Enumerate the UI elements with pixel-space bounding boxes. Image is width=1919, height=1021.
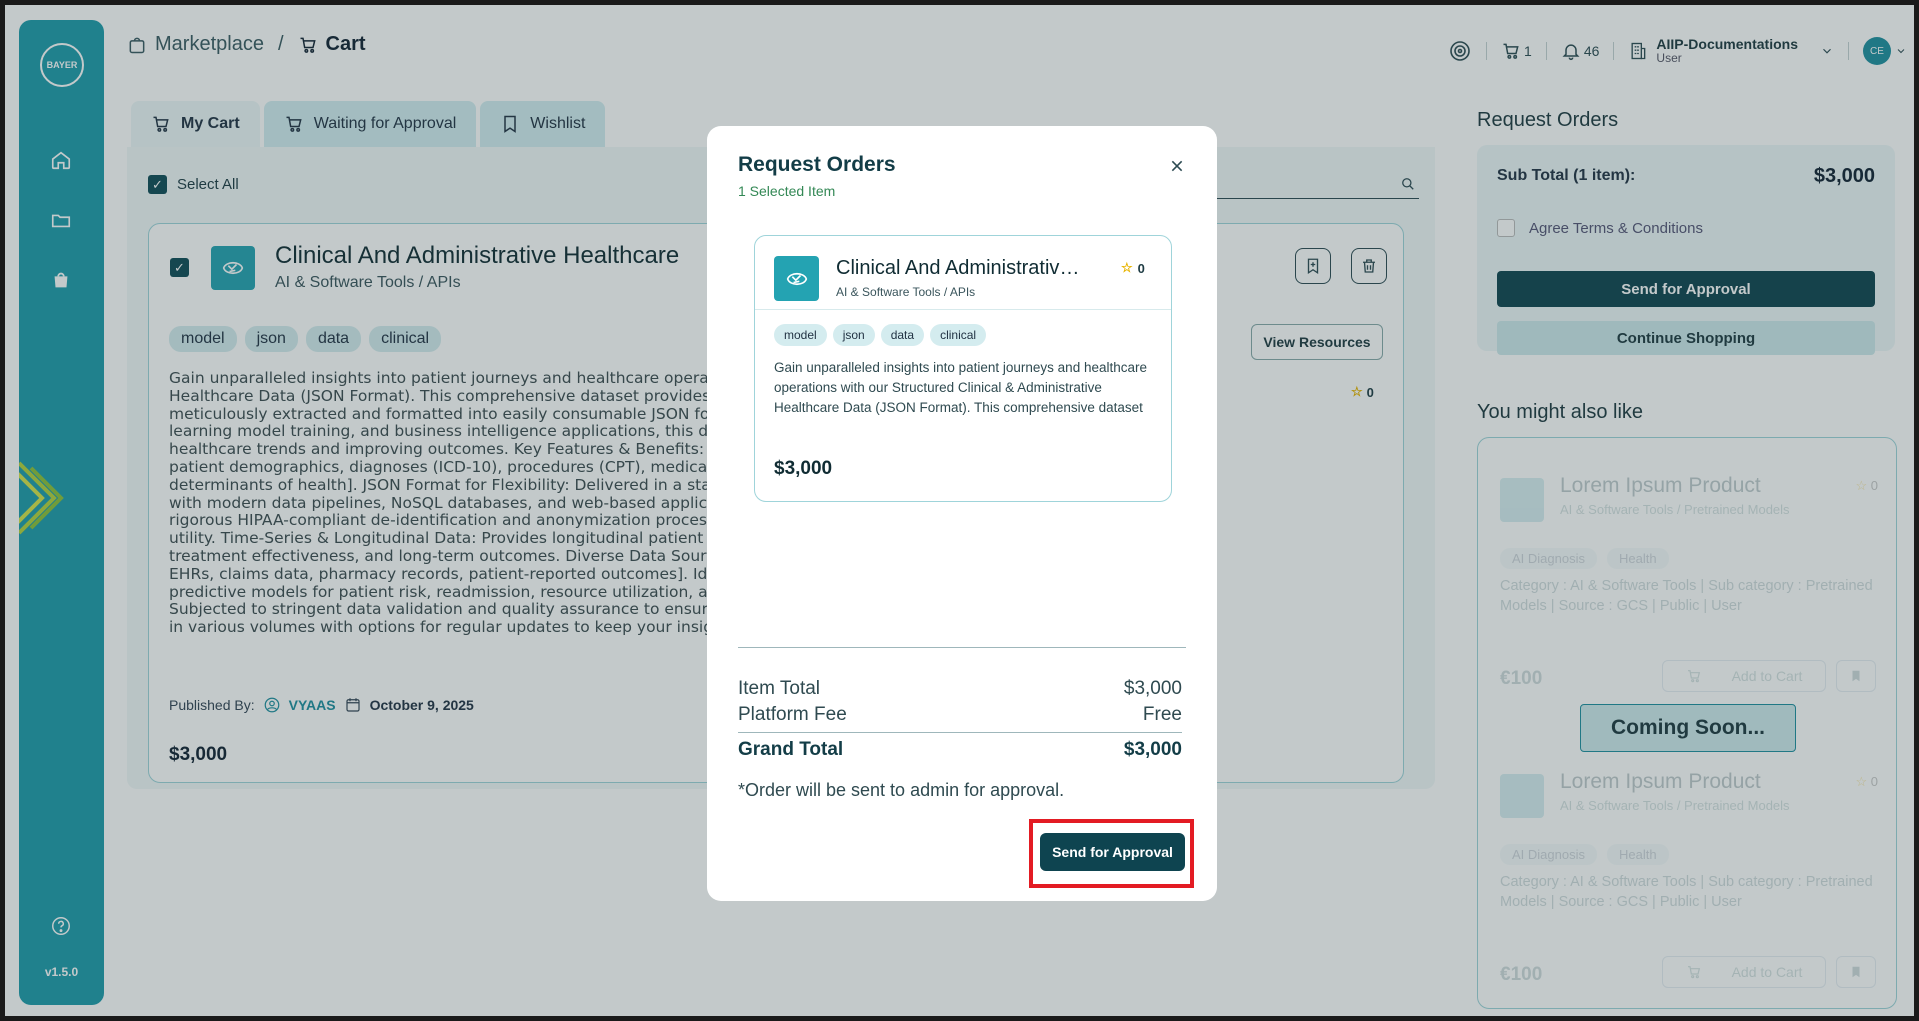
item-total-label: Item Total: [738, 678, 821, 699]
modal-item-title: Clinical And Administrative Healthcare D…: [836, 257, 1086, 279]
close-icon: [1171, 160, 1183, 172]
modal-title: Request Orders: [738, 153, 896, 176]
modal-subtitle: 1 Selected Item: [738, 183, 836, 199]
close-button[interactable]: [1163, 152, 1191, 180]
platform-fee-value: Free: [1142, 704, 1182, 725]
approval-note: *Order will be sent to admin for approva…: [738, 780, 1065, 800]
tag: clinical: [930, 324, 987, 346]
modal-item-card: Clinical And Administrative Healthcare D…: [754, 235, 1172, 502]
send-for-approval-button[interactable]: Send for Approval: [1040, 833, 1185, 871]
modal-item-price: $3,000: [774, 458, 833, 479]
request-orders-modal: Request Orders 1 Selected Item Clinical …: [707, 126, 1217, 901]
item-total-value: $3,000: [1123, 678, 1182, 699]
grand-total-row: Grand Total $3,000: [738, 739, 1182, 761]
divider: [738, 647, 1186, 648]
tag: json: [832, 324, 875, 346]
modal-item-tags: model json data clinical: [774, 324, 987, 346]
rating-value: 0: [1137, 260, 1145, 276]
star-icon: ☆: [1121, 260, 1133, 275]
product-icon: [774, 256, 819, 301]
grand-total-label: Grand Total: [738, 739, 844, 760]
modal-item-description: Gain unparalleled insights into patient …: [774, 360, 1147, 415]
divider: [738, 732, 1182, 733]
tag: data: [880, 324, 925, 346]
tag: model: [774, 324, 827, 346]
modal-item-rating: ☆ 0: [1121, 260, 1145, 276]
divider: [755, 309, 1171, 310]
platform-fee-row: Platform Fee Free: [738, 704, 1182, 726]
platform-fee-label: Platform Fee: [738, 704, 847, 725]
app-window: BAYER v1.5.0 Marketplace / Cart 1 46 AII…: [0, 0, 1919, 1021]
grand-total-value: $3,000: [1123, 739, 1182, 760]
modal-item-category: AI & Software Tools / APIs: [836, 285, 976, 299]
item-total-row: Item Total $3,000: [738, 678, 1182, 700]
